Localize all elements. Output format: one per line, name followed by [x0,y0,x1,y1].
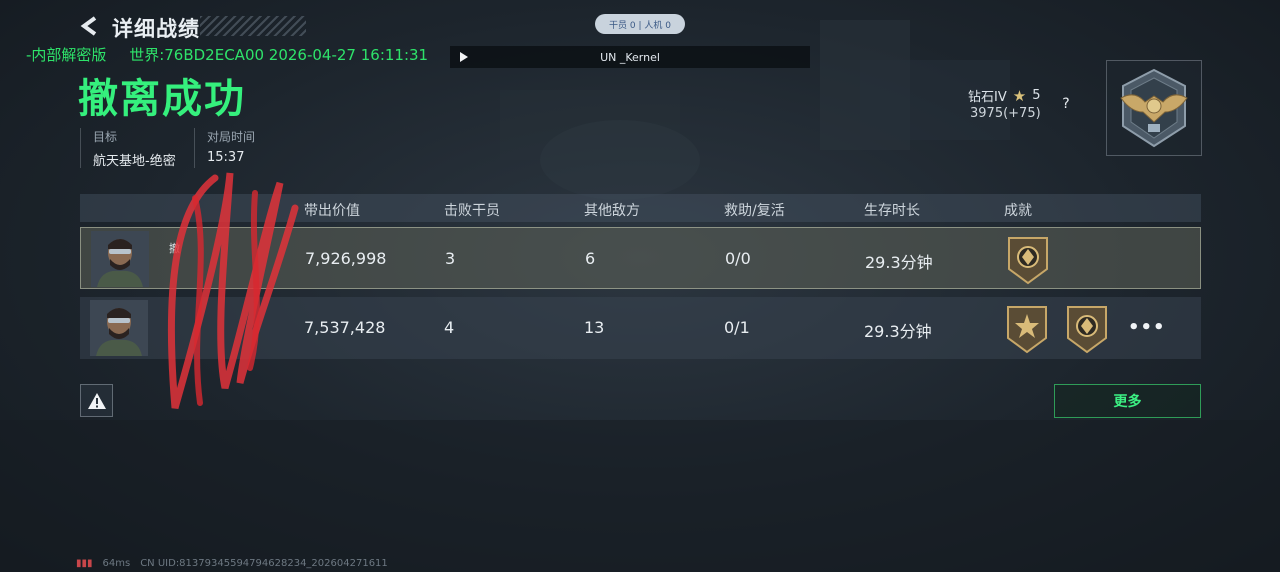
rank-score: 3975(+75) [970,106,1041,121]
rank-tier: 钻石IV ★ 5 [968,86,1041,106]
rank-stars: 5 [1032,88,1041,103]
star-icon: ★ [1012,86,1027,105]
status-pill: 干员 0 | 人机 0 [595,14,685,34]
player-bar[interactable]: UN _Kernel [450,46,810,68]
more-button[interactable]: 更多 [1054,384,1201,418]
other-enemies: 6 [585,249,596,268]
back-button[interactable] [76,12,104,40]
kills: 3 [445,249,456,268]
rank-badge[interactable] [1106,60,1202,156]
extract-value: 7,537,428 [304,318,386,337]
play-icon[interactable] [450,46,478,68]
uid-text: CN UID:81379345594794628234_202604271611 [140,558,388,569]
ping: 64ms [102,558,131,569]
match-time-info: 对局时间 15:37 [194,128,255,168]
page-title: 详细战绩 [112,17,200,41]
header-kills: 击败干员 [444,203,500,219]
assist-revive: 0/1 [724,318,750,337]
kills: 4 [444,318,455,337]
warning-icon [87,392,106,409]
star-medal-icon[interactable] [1004,304,1050,354]
target-info: 目标 航天基地-绝密 [80,128,176,169]
extract-value: 7,926,998 [305,249,387,268]
more-achievements-button[interactable]: ••• [1128,317,1166,338]
target-label: 目标 [93,130,118,144]
survival-time: 29.3分钟 [865,253,933,272]
header-survival: 生存时长 [864,203,920,219]
header-other-enemies: 其他敌方 [584,203,640,219]
table-header: 带出价值 击败干员 其他敌方 救助/复活 生存时长 成就 [80,194,1201,222]
header-assist: 救助/复活 [724,203,785,219]
table-row[interactable]: 7,537,428 4 13 0/1 29.3分钟 ••• [80,297,1201,359]
match-time-value: 15:37 [207,150,245,165]
result-title: 撤离成功 [78,76,246,122]
eagle-rank-icon [1120,68,1188,148]
table-row[interactable]: 撤 7,926,998 3 6 0/0 29.3分钟 [80,227,1201,289]
watermark-version: -内部解密版 [26,46,107,64]
avatar [90,300,148,356]
shield-medal-icon[interactable] [1005,235,1051,285]
rank-tier-label: 钻石IV [968,90,1007,105]
target-value: 航天基地-绝密 [93,154,176,169]
survival-time: 29.3分钟 [864,322,932,341]
match-time-label: 对局时间 [207,130,256,144]
assist-revive: 0/0 [725,249,751,268]
title-decoration [200,16,306,36]
watermark-world: 世界:76BD2ECA00 2026-04-27 16:11:31 [129,46,429,64]
header-achievements: 成就 [1004,203,1032,219]
header-value: 带出价值 [304,203,360,219]
player-name: UN _Kernel [600,50,660,64]
report-button[interactable] [80,384,113,417]
player-name: 撤 [169,242,180,255]
back-arrow-icon [80,16,97,36]
avatar [91,231,149,287]
signal-icon: ▮▮▮ [76,558,93,569]
shield-medal-icon[interactable] [1064,304,1110,354]
other-enemies: 13 [584,318,605,337]
watermark-text: -内部解密版 世界:76BD2ECA00 2026-04-27 16:11:31 [26,44,446,65]
help-icon[interactable]: ? [1058,96,1074,112]
footer-status: ▮▮▮ 64ms CN UID:81379345594794628234_202… [76,558,388,569]
